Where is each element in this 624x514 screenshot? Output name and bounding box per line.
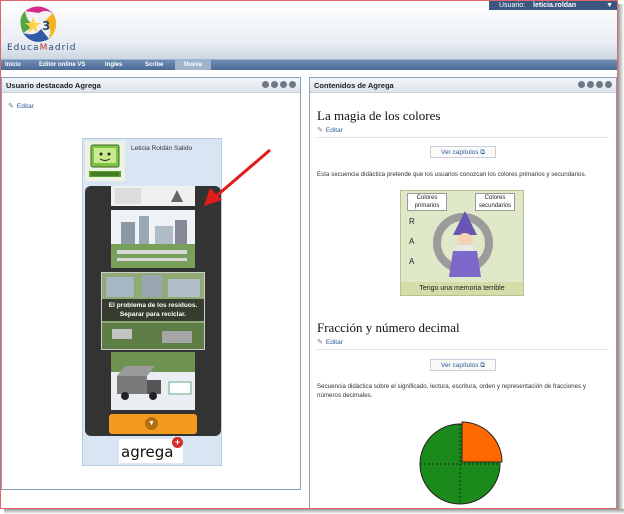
agrega-logo-word: agrega bbox=[121, 443, 174, 461]
edit-label: Editar bbox=[325, 127, 343, 134]
nav-tab-inicio[interactable]: Inicio bbox=[5, 60, 21, 70]
avatar[interactable] bbox=[85, 141, 125, 181]
pencil-icon: ✎ bbox=[317, 339, 323, 346]
author-name[interactable]: Leticia Roldán Salido bbox=[131, 145, 192, 152]
slide-main[interactable]: El problema de los residuos. Separar par… bbox=[101, 272, 205, 350]
maximize-icon[interactable] bbox=[596, 81, 603, 88]
plus-icon: + bbox=[172, 437, 183, 448]
logo-text-adrid: adrid bbox=[48, 43, 77, 53]
external-link-icon: ⧉ bbox=[480, 149, 486, 156]
pencil-icon: ✎ bbox=[317, 127, 323, 134]
main-nav: Inicio Editor online VS Ingles Scribe Nu… bbox=[1, 59, 617, 70]
edit-link[interactable]: ✎ Editar bbox=[317, 338, 343, 346]
slide-thumbnail-image bbox=[115, 188, 183, 204]
content-image-colores[interactable]: Colores primarios Colores secundarios R … bbox=[400, 190, 524, 296]
nav-tab-ingles[interactable]: Ingles bbox=[105, 60, 122, 70]
content-description: Secuencia didáctica sobre el significado… bbox=[317, 383, 586, 399]
ver-capitulos-label: Ver capítulos bbox=[440, 149, 479, 156]
nav-tab-editor-online[interactable]: Editor online VS bbox=[39, 60, 85, 70]
slide-viewer: El problema de los residuos. Separar par… bbox=[85, 186, 221, 436]
panel-window-controls bbox=[262, 81, 296, 88]
user-name: leticia.roldan bbox=[533, 2, 577, 9]
panel-header: Usuario destacado Agrega bbox=[2, 78, 300, 93]
config-icon[interactable] bbox=[578, 81, 585, 88]
nav-tab-nueva[interactable]: Nueva bbox=[175, 60, 211, 70]
fraction-pie-image[interactable] bbox=[418, 418, 504, 508]
letter-a: A bbox=[409, 237, 415, 246]
divider bbox=[317, 349, 609, 350]
truck-illustration bbox=[111, 352, 195, 410]
browser-frame: 3 EducaMadrid Usuario: leticia.roldan ▼ … bbox=[0, 0, 618, 509]
external-link-icon: ⧉ bbox=[480, 362, 486, 369]
agrega-contents-panel: Contenidos de Agrega La magia de los col… bbox=[309, 77, 617, 508]
close-icon[interactable] bbox=[605, 81, 612, 88]
scroll-down-bar[interactable]: ▼ bbox=[109, 414, 197, 434]
ver-capitulos-button[interactable]: Ver capítulos ⧉ bbox=[430, 359, 496, 371]
minimize-icon[interactable] bbox=[587, 81, 594, 88]
frame-shadow-bottom bbox=[4, 509, 624, 514]
letter-r: R bbox=[409, 217, 415, 226]
panel-title: Contenidos de Agrega bbox=[314, 81, 394, 90]
maximize-icon[interactable] bbox=[280, 81, 287, 88]
logo-wordmark: EducaMadrid bbox=[7, 43, 77, 53]
slide-thumbnail[interactable] bbox=[111, 186, 195, 206]
site-header: 3 EducaMadrid Usuario: leticia.roldan ▼ bbox=[1, 1, 617, 59]
edit-label: Editar bbox=[325, 339, 343, 346]
close-icon[interactable] bbox=[289, 81, 296, 88]
slide-thumbnail[interactable] bbox=[111, 352, 195, 410]
edit-link[interactable]: ✎ Editar bbox=[317, 126, 343, 134]
divider bbox=[317, 137, 609, 138]
minimize-icon[interactable] bbox=[271, 81, 278, 88]
letter-a-2: A bbox=[409, 257, 415, 266]
user-label: Usuario: bbox=[499, 2, 526, 9]
slide-caption-line-2: Separar para reciclar. bbox=[119, 311, 187, 318]
memory-caption: Tengo una memoria terrible bbox=[401, 282, 523, 295]
slide-caption: El problema de los residuos. Separar par… bbox=[102, 299, 204, 321]
user-menu[interactable]: Usuario: leticia.roldan ▼ bbox=[489, 1, 617, 10]
colores-primarios-label: Colores primarios bbox=[407, 193, 447, 211]
content-description: Esta secuencia didáctica pretende que lo… bbox=[317, 171, 587, 178]
content-title[interactable]: Fracción y número decimal bbox=[317, 320, 460, 336]
slide-caption-line-1: El problema de los residuos. bbox=[108, 302, 198, 309]
caret-down-icon[interactable]: ▼ bbox=[606, 1, 613, 10]
edit-label: Editar bbox=[16, 103, 34, 110]
agrega-logo[interactable]: agrega + bbox=[119, 437, 183, 463]
panel-title: Usuario destacado Agrega bbox=[6, 81, 101, 90]
wizard-illustration bbox=[449, 211, 481, 277]
slide-thumbnail[interactable] bbox=[111, 210, 195, 268]
nav-tab-scribe[interactable]: Scribe bbox=[145, 60, 163, 70]
logo-text-educa: Educa bbox=[7, 43, 40, 53]
ver-capitulos-label: Ver capítulos bbox=[440, 362, 479, 369]
colores-secundarios-label: Colores secundarios bbox=[475, 193, 515, 211]
red-arrow-annotation bbox=[204, 148, 271, 206]
featured-user-panel: Usuario destacado Agrega ✎ Editar Letici… bbox=[1, 77, 301, 490]
frame-shadow-right bbox=[618, 4, 624, 514]
svg-text:3: 3 bbox=[42, 19, 50, 33]
content-title[interactable]: La magia de los colores bbox=[317, 108, 440, 124]
config-icon[interactable] bbox=[262, 81, 269, 88]
city-illustration bbox=[111, 210, 195, 268]
educamadrid-logo[interactable]: 3 bbox=[15, 3, 63, 43]
ver-capitulos-button[interactable]: Ver capítulos ⧉ bbox=[430, 146, 496, 158]
edit-link[interactable]: ✎ Editar bbox=[8, 102, 34, 110]
panel-window-controls bbox=[578, 81, 612, 88]
panel-header: Contenidos de Agrega bbox=[310, 78, 616, 93]
pencil-icon: ✎ bbox=[8, 103, 14, 110]
arrow-down-icon[interactable]: ▼ bbox=[145, 417, 158, 430]
